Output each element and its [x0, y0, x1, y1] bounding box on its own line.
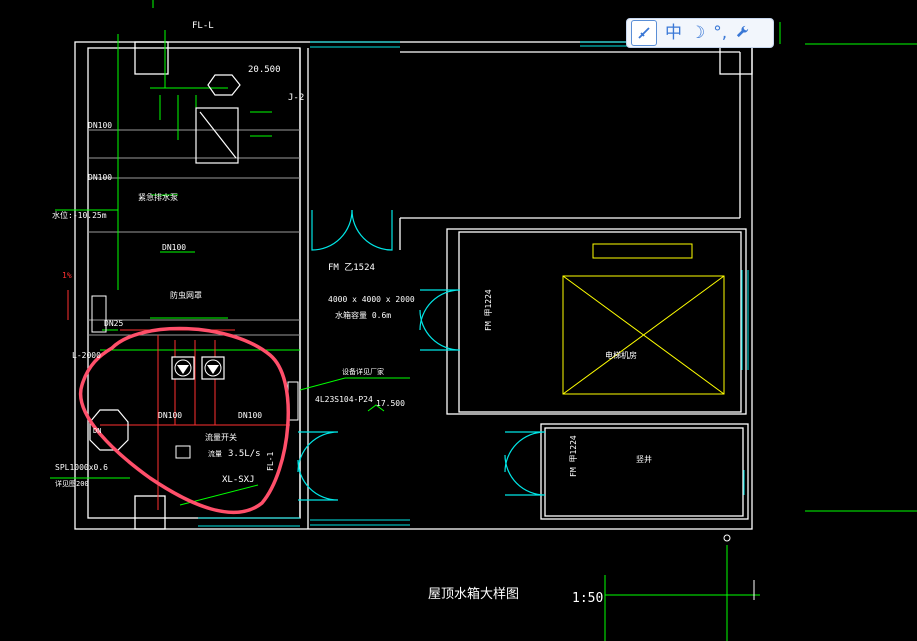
label-room-dim: 4000 x 4000 x 2000: [328, 295, 415, 304]
wrench-icon[interactable]: [735, 24, 750, 43]
label-vent-note: 防虫网罩: [170, 290, 202, 300]
label-fl: FL-1: [266, 452, 275, 471]
label-slope: 1%: [62, 271, 72, 280]
drawing-title: 屋顶水箱大样图: [428, 586, 519, 602]
label-dn100-left: DN100: [158, 411, 182, 420]
label-ref-spec: 4L23S104-P24: [315, 395, 373, 404]
label-elev-17: 17.500: [376, 399, 405, 408]
label-fm-zj: FM 乙1524: [328, 262, 375, 273]
label-ref-note: 设备详见厂家: [342, 367, 384, 376]
label-j2: J-2: [288, 93, 304, 103]
label-dn100-right: DN100: [238, 411, 262, 420]
label-side-note: 水位:-10.25m: [52, 210, 107, 220]
ime-logo-icon[interactable]: [631, 20, 657, 46]
label-fm-jia-2: FM 甲1224: [569, 435, 578, 477]
label-flow-rate: 3.5L/s: [228, 449, 261, 459]
label-dn100-a: DN100: [88, 121, 112, 130]
label-spl-note: 详见图200: [55, 479, 89, 488]
moon-icon[interactable]: ☽: [690, 24, 705, 42]
label-pump-note: 紧急排水泵: [138, 192, 178, 202]
label-xl-sxj: XL-SXJ: [222, 475, 255, 485]
label-dn25: DN25: [104, 319, 123, 328]
label-room-dim2: 水箱容量 0.6m: [335, 310, 391, 320]
label-fl1: FL-L: [192, 21, 214, 31]
label-flow-prefix: 流量: [208, 449, 222, 458]
punctuation-icon[interactable]: °,: [713, 24, 727, 42]
drawing-scale: 1:50: [572, 591, 603, 606]
ime-mode-button[interactable]: 中: [665, 24, 682, 42]
label-dn100-b: DN100: [88, 173, 112, 182]
cad-drawing-canvas[interactable]: FL-L 20.500 J-2 DN100 DN100 水位:-10.25m 紧…: [0, 0, 917, 641]
label-machine-room: 电梯机房: [605, 350, 637, 360]
ime-toolbar[interactable]: 中 ☽ °,: [626, 18, 774, 48]
label-shaft: 竖井: [636, 454, 652, 464]
label-l2000: L-2000: [72, 351, 101, 360]
label-dn100-c: DN100: [162, 243, 186, 252]
label-fm-jia-1: FM 甲1224: [484, 289, 493, 331]
label-tank-diam: DN: [93, 427, 101, 435]
label-flow-switch: 流量开关: [205, 432, 237, 442]
label-spl: SPL1000x0.6: [55, 463, 108, 472]
label-elev-top: 20.500: [248, 65, 281, 75]
